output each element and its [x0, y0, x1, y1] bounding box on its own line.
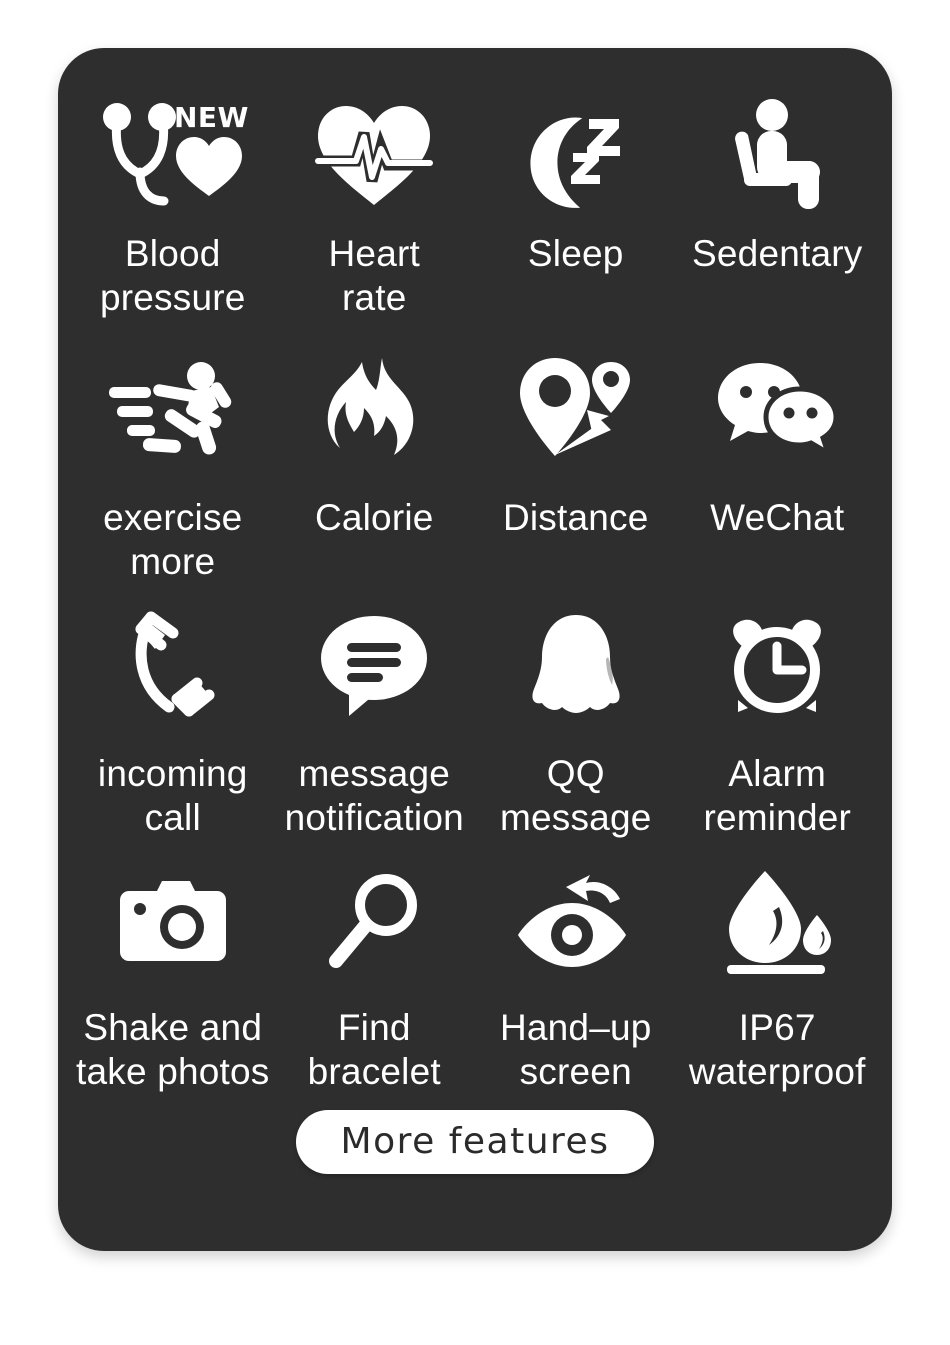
blood-pressure-stethoscope-heart-icon: NEW: [98, 96, 248, 214]
feature-item-hand-up-screen[interactable]: Hand–up screen: [475, 860, 677, 1116]
feature-label: exercise more: [103, 497, 243, 582]
feature-label: Heart rate: [328, 233, 420, 318]
feature-label: Distance: [502, 497, 649, 538]
feature-item-distance[interactable]: Distance: [475, 348, 677, 604]
feature-label: Alarm reminder: [703, 753, 852, 838]
screenshot-root: NEW Blood pressure Heart rate Sleep Sede…: [0, 0, 950, 1345]
distance-map-pin-route-icon: [501, 352, 651, 470]
feature-item-calorie[interactable]: Calorie: [274, 348, 476, 604]
feature-item-sedentary[interactable]: Sedentary: [677, 92, 879, 348]
feature-item-message-notification[interactable]: message notification: [274, 604, 476, 860]
feature-label: message notification: [284, 753, 464, 838]
feature-item-alarm-reminder[interactable]: Alarm reminder: [677, 604, 879, 860]
feature-card: NEW Blood pressure Heart rate Sleep Sede…: [58, 48, 892, 1251]
feature-item-incoming-call[interactable]: incoming call: [72, 604, 274, 860]
alarm-clock-icon: [702, 608, 852, 726]
heart-rate-pulse-icon: [299, 96, 449, 214]
wechat-bubbles-icon: [702, 352, 852, 470]
feature-item-exercise-more[interactable]: exercise more: [72, 348, 274, 604]
exercise-running-person-icon: [98, 352, 248, 470]
waterproof-droplet-icon: [702, 864, 852, 982]
magnifier-search-icon: [299, 864, 449, 982]
sedentary-sitting-person-icon: [702, 96, 852, 214]
qq-penguin-icon: [501, 608, 651, 726]
feature-label: Hand–up screen: [499, 1007, 652, 1092]
feature-label: WeChat: [710, 497, 845, 538]
feature-grid: NEW Blood pressure Heart rate Sleep Sede…: [72, 92, 878, 1116]
feature-item-sleep[interactable]: Sleep: [475, 92, 677, 348]
feature-item-qq-message[interactable]: QQ message: [475, 604, 677, 860]
feature-label: IP67 waterproof: [688, 1007, 866, 1092]
feature-item-ip67-waterproof[interactable]: IP67 waterproof: [677, 860, 879, 1116]
more-features-container: More features: [58, 1110, 892, 1174]
feature-item-shake-take-photos[interactable]: Shake and take photos: [72, 860, 274, 1116]
feature-label: Blood pressure: [99, 233, 246, 318]
feature-item-heart-rate[interactable]: Heart rate: [274, 92, 476, 348]
feature-label: Calorie: [314, 497, 434, 538]
feature-label: Sleep: [527, 233, 624, 274]
feature-item-find-bracelet[interactable]: Find bracelet: [274, 860, 476, 1116]
feature-label: QQ message: [499, 753, 652, 838]
feature-item-wechat[interactable]: WeChat: [677, 348, 879, 604]
feature-label: incoming call: [97, 753, 248, 838]
feature-item-blood-pressure[interactable]: NEW Blood pressure: [72, 92, 274, 348]
eye-raise-arrow-icon: [501, 864, 651, 982]
more-features-button[interactable]: More features: [296, 1110, 654, 1174]
feature-label: Sedentary: [692, 233, 863, 274]
calorie-flame-icon: [299, 352, 449, 470]
camera-shutter-icon: [98, 864, 248, 982]
message-notification-bubble-icon: [299, 608, 449, 726]
sleep-moon-zzz-icon: [501, 96, 651, 214]
feature-label: Shake and take photos: [75, 1007, 270, 1092]
feature-label: Find bracelet: [307, 1007, 441, 1092]
incoming-call-handset-icon: [98, 608, 248, 726]
new-badge-text: NEW: [174, 101, 249, 134]
